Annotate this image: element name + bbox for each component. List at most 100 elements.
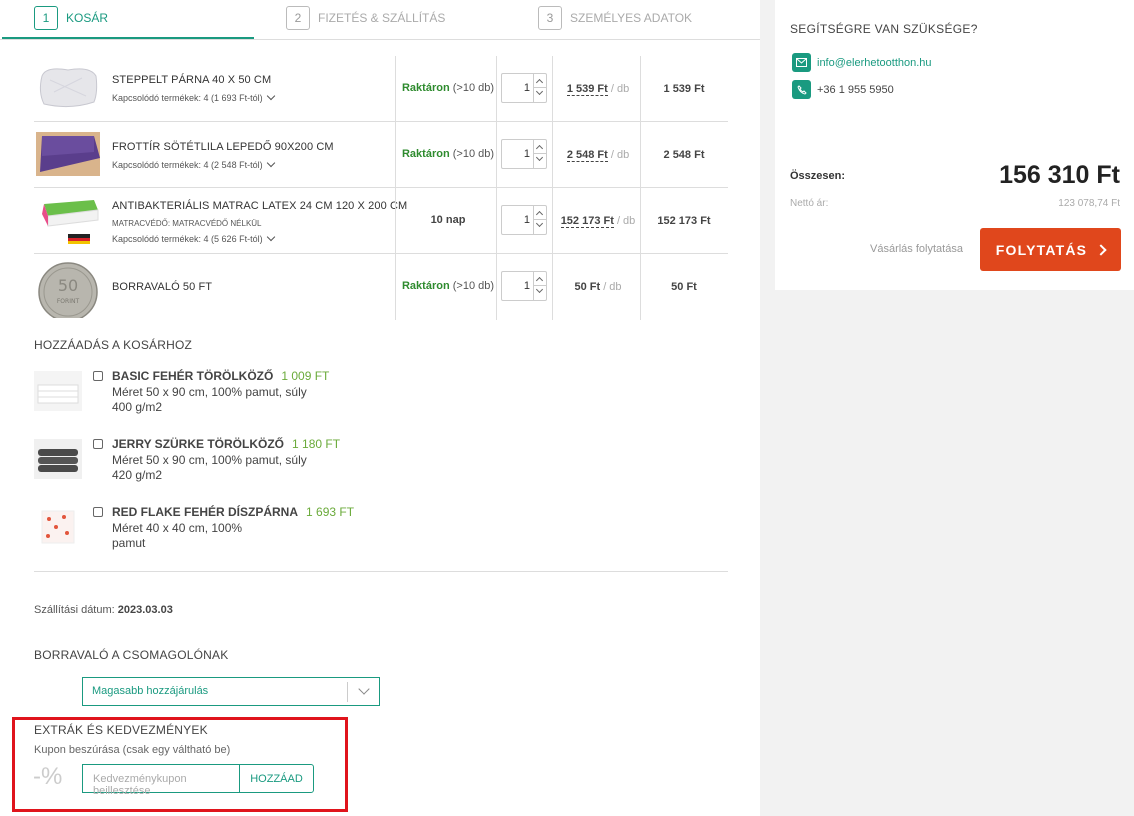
- addon-item: BASIC FEHÉR TÖRÖLKÖZŐ 1 009 Ft Méret 50 x…: [34, 369, 534, 429]
- sheet-thumbnail[interactable]: [36, 128, 100, 180]
- pillow-red-flake-image[interactable]: [34, 507, 82, 547]
- select-divider: [347, 682, 348, 702]
- related-products-toggle[interactable]: Kapcsolódó termékek: 4 (1 693 Ft-tól): [112, 91, 275, 103]
- step-personal-data[interactable]: 3 SZEMÉLYES ADATOK: [538, 6, 692, 30]
- quantity-value[interactable]: 1: [502, 206, 534, 234]
- quantity-stepper[interactable]: 1: [501, 205, 547, 235]
- unit-price: 152 173 Ft / db: [556, 215, 640, 228]
- quantity-stepper[interactable]: 1: [501, 271, 547, 301]
- cart-row: ANTIBAKTERIÁLIS MATRAC LATEX 24 CM 120 X…: [34, 188, 728, 254]
- addon-description: Méret 50 x 90 cm, 100% pamut, súly 400 g…: [112, 385, 307, 414]
- line-total: 50 Ft: [671, 281, 697, 293]
- addon-price: 1 180 Ft: [292, 437, 341, 451]
- pillow-thumbnail[interactable]: [36, 62, 100, 114]
- phone-contact[interactable]: +36 1 955 5950: [792, 80, 894, 99]
- tip-select-value: Magasabb hozzájárulás: [92, 685, 209, 697]
- unit-price-value: 50 Ft: [574, 281, 601, 293]
- line-total: 2 548 Ft: [663, 149, 705, 161]
- increase-arrow-icon[interactable]: [535, 210, 544, 219]
- decrease-arrow-icon[interactable]: [535, 219, 544, 228]
- addon-checkbox[interactable]: [93, 439, 103, 449]
- add-to-cart-title: HOZZÁADÁS A KOSÁRHOZ: [34, 338, 193, 352]
- tip-select[interactable]: Magasabb hozzájárulás: [82, 677, 380, 706]
- stock-qty: (>10 db): [452, 82, 495, 94]
- column-divider: [395, 254, 396, 320]
- towel-gray-image[interactable]: [34, 439, 82, 479]
- column-divider: [552, 188, 553, 254]
- increase-arrow-icon[interactable]: [535, 144, 544, 153]
- step-number: 2: [286, 6, 310, 30]
- net-price-label: Nettó ár:: [790, 198, 829, 209]
- addon-price: 1 009 Ft: [281, 369, 330, 383]
- chevron-down-icon: [266, 91, 275, 101]
- quantity-value[interactable]: 1: [502, 272, 534, 300]
- addon-item: RED FLAKE FEHÉR DÍSZPÁRNA 1 693 Ft Méret …: [34, 505, 534, 565]
- checkout-steps: 1 KOSÁR 2 FIZETÉS & SZÁLLÍTÁS 3 SZEMÉLYE…: [0, 0, 760, 40]
- product-name[interactable]: FROTTÍR SÖTÉTLILA LEPEDŐ 90X200 CM: [112, 141, 334, 153]
- help-title: SEGÍTSÉGRE VAN SZÜKSÉGE?: [790, 22, 978, 36]
- addon-name-text: JERRY SZÜRKE TÖRÖLKÖZŐ: [112, 437, 285, 451]
- addon-description: Méret 40 x 40 cm, 100% pamut: [112, 521, 243, 550]
- email-contact[interactable]: info@elerhetootthon.hu: [792, 53, 932, 72]
- step-label: SZEMÉLYES ADATOK: [570, 11, 693, 25]
- quantity-stepper[interactable]: 1: [501, 139, 547, 169]
- stock-status: Raktáron (>10 db): [400, 82, 496, 94]
- addon-name: BASIC FEHÉR TÖRÖLKÖZŐ 1 009 Ft: [112, 369, 329, 383]
- column-divider: [496, 122, 497, 188]
- column-divider: [395, 188, 396, 254]
- chevron-down-icon: [266, 158, 275, 168]
- product-name[interactable]: ANTIBAKTERIÁLIS MATRAC LATEX 24 CM 120 X…: [112, 200, 407, 212]
- quantity-stepper[interactable]: 1: [501, 73, 547, 103]
- product-name[interactable]: STEPPELT PÁRNA 40 X 50 CM: [112, 74, 271, 86]
- email-icon: [792, 53, 811, 72]
- unit-price: 50 Ft / db: [556, 281, 640, 293]
- related-products-toggle[interactable]: Kapcsolódó termékek: 4 (5 626 Ft-tól): [112, 232, 275, 244]
- product-name[interactable]: BORRAVALÓ 50 FT: [112, 281, 212, 293]
- phone-number[interactable]: +36 1 955 5950: [817, 84, 894, 96]
- svg-text:FORINT: FORINT: [57, 298, 80, 305]
- column-divider: [395, 122, 396, 188]
- towel-white-image[interactable]: [34, 371, 82, 411]
- related-products-text: Kapcsolódó termékek: 4 (5 626 Ft-tól): [112, 234, 263, 244]
- addon-checkbox[interactable]: [93, 507, 103, 517]
- increase-arrow-icon[interactable]: [535, 276, 544, 285]
- cart-row: 50 FORINT BORRAVALÓ 50 FT Raktáron (>10 …: [34, 254, 728, 320]
- quantity-value[interactable]: 1: [502, 140, 534, 168]
- shipping-date: Szállítási dátum: 2023.03.03: [34, 604, 173, 616]
- unit-price: 2 548 Ft / db: [556, 149, 640, 162]
- decrease-arrow-icon[interactable]: [535, 285, 544, 294]
- unit-label: / db: [607, 83, 630, 95]
- addon-name-text: BASIC FEHÉR TÖRÖLKÖZŐ: [112, 369, 274, 383]
- mattress-thumbnail[interactable]: [36, 194, 100, 246]
- continue-shopping-link[interactable]: Vásárlás folytatása: [870, 243, 963, 255]
- active-step-underline: [2, 37, 254, 39]
- product-option: MATRACVÉDŐ: MATRACVÉDŐ NÉLKÜL: [112, 219, 262, 228]
- stock-label: Raktáron: [401, 148, 450, 160]
- continue-button[interactable]: FOLYTATÁS: [980, 228, 1121, 271]
- tip-title: BORRAVALÓ A CSOMAGOLÓNAK: [34, 648, 229, 662]
- cart-row: FROTTÍR SÖTÉTLILA LEPEDŐ 90X200 CM Kapcs…: [34, 122, 728, 188]
- stock-qty: (>10 db): [452, 280, 495, 292]
- step-payment-shipping[interactable]: 2 FIZETÉS & SZÁLLÍTÁS: [286, 6, 445, 30]
- increase-arrow-icon[interactable]: [535, 78, 544, 87]
- unit-label: / db: [600, 281, 622, 293]
- step-cart[interactable]: 1 KOSÁR: [34, 6, 108, 30]
- decrease-arrow-icon[interactable]: [535, 87, 544, 96]
- addon-item: JERRY SZÜRKE TÖRÖLKÖZŐ 1 180 Ft Méret 50 …: [34, 437, 534, 497]
- addon-name-text: RED FLAKE FEHÉR DÍSZPÁRNA: [112, 505, 299, 519]
- net-price-value: 123 078,74 Ft: [1058, 198, 1120, 209]
- unit-price-value: 2 548 Ft: [566, 149, 608, 162]
- quantity-value[interactable]: 1: [502, 74, 534, 102]
- unit-label: / db: [613, 215, 636, 227]
- line-total: 1 539 Ft: [663, 83, 705, 95]
- decrease-arrow-icon[interactable]: [535, 153, 544, 162]
- column-divider: [552, 254, 553, 320]
- step-number: 3: [538, 6, 562, 30]
- cart-row: STEPPELT PÁRNA 40 X 50 CM Kapcsolódó ter…: [34, 56, 728, 122]
- stock-label: Raktáron: [401, 82, 450, 94]
- addon-checkbox[interactable]: [93, 371, 103, 381]
- email-link[interactable]: info@elerhetootthon.hu: [817, 57, 932, 69]
- related-products-toggle[interactable]: Kapcsolódó termékek: 4 (2 548 Ft-tól): [112, 158, 275, 170]
- coin-thumbnail[interactable]: 50 FORINT: [36, 256, 100, 318]
- delivery-time: 10 nap: [430, 214, 466, 226]
